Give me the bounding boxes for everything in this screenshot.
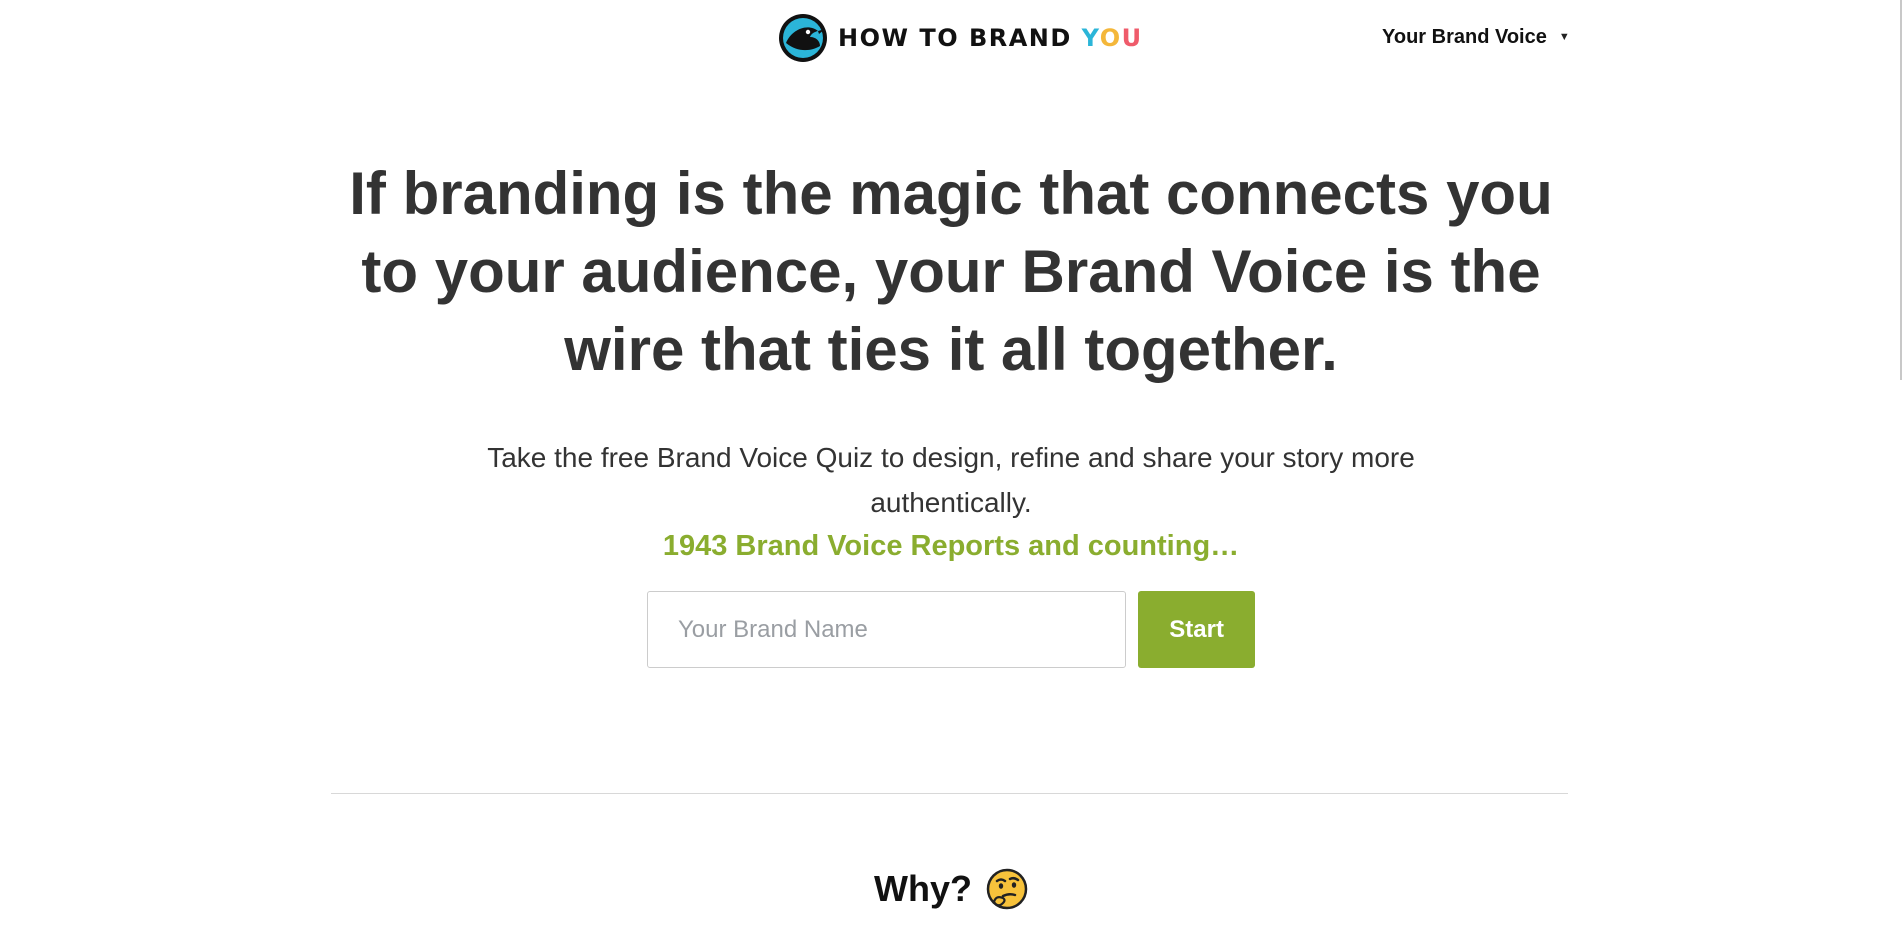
hero-section: If branding is the magic that connects y… [0,155,1902,668]
site-header: HOW TO BRAND YOU Your Brand Voice ▼ [0,0,1902,80]
start-button[interactable]: Start [1138,591,1255,668]
hero-headline: If branding is the magic that connects y… [349,160,1553,383]
logo-letter-o: O [1099,24,1122,52]
logo-letter-u: U [1121,24,1143,52]
brand-name-form: Start [647,591,1255,668]
section-divider [331,793,1568,794]
brand-name-input[interactable] [647,591,1127,668]
logo-text-main: HOW TO BRAND [838,24,1082,52]
page: HOW TO BRAND YOU Your Brand Voice ▼ If b… [0,0,1902,937]
site-logo[interactable]: HOW TO BRAND YOU [778,13,1143,63]
logo-wordmark: HOW TO BRAND YOU [838,26,1143,50]
bird-logo-icon [779,14,827,62]
brand-voice-dropdown[interactable]: Your Brand Voice ▼ [1382,26,1570,49]
dropdown-label: Your Brand Voice [1382,26,1547,48]
thinking-face-icon [986,868,1028,910]
hero-subtext: Take the free Brand Voice Quiz to design… [487,442,1415,518]
caret-down-icon: ▼ [1558,31,1570,43]
why-title: Why? [874,868,972,909]
logo-letter-y: Y [1081,24,1100,52]
why-section: Why? [0,868,1902,910]
reports-counter: 1943 Brand Voice Reports and counting… [662,530,1240,562]
